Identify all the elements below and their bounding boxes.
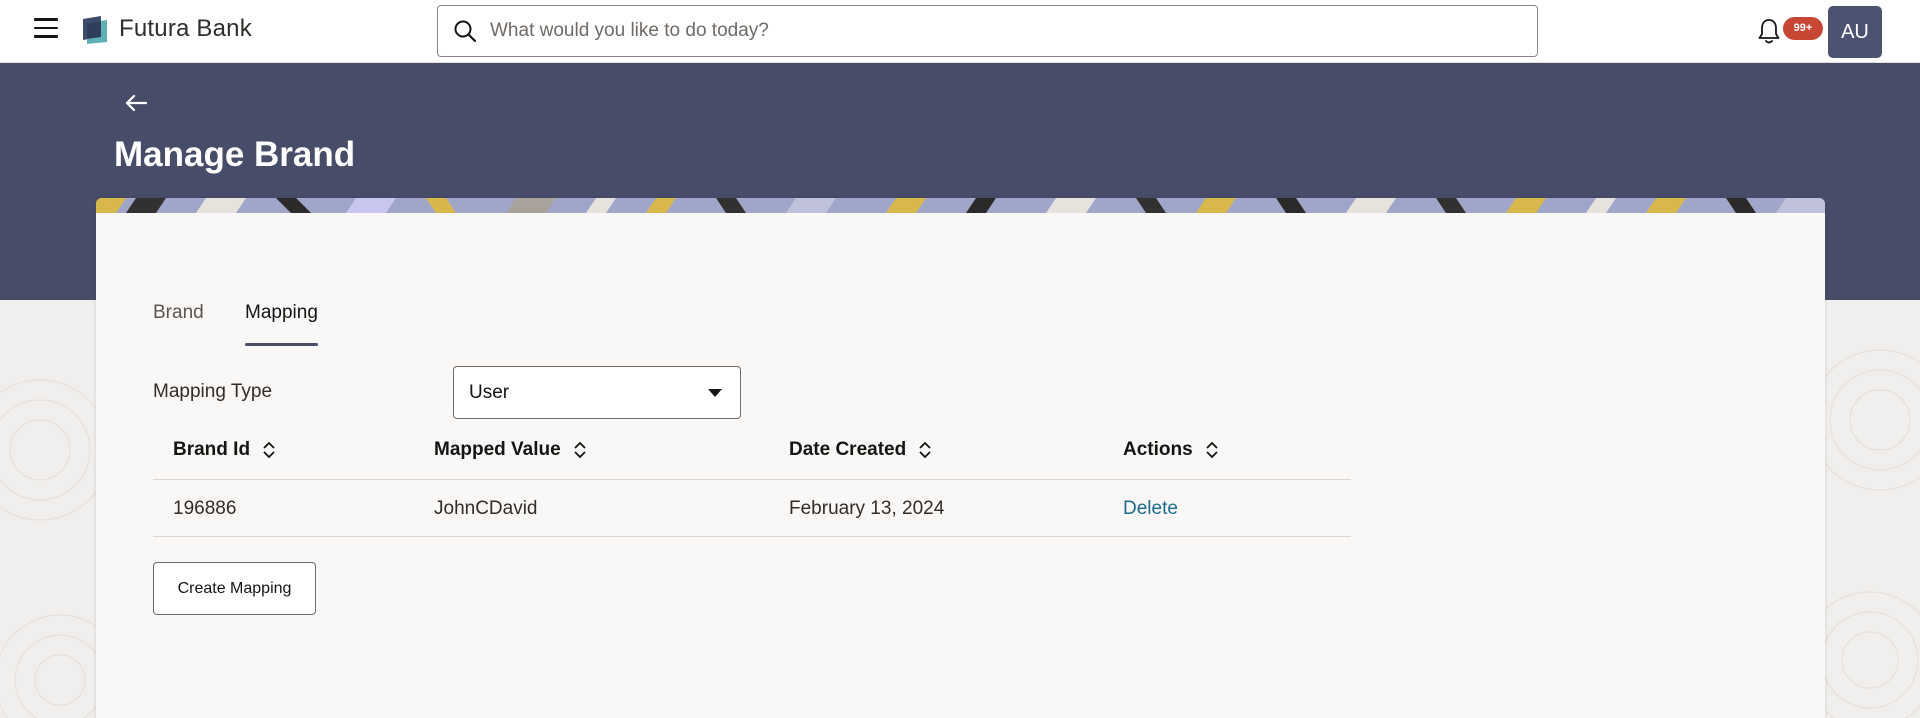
tab-brand[interactable]: Brand (153, 302, 204, 346)
column-label: Brand Id (173, 439, 251, 460)
create-mapping-button[interactable]: Create Mapping (153, 562, 316, 615)
mapping-table: Brand Id Mapped Value Date Created Actio… (153, 430, 1351, 537)
search-input[interactable] (490, 7, 1520, 55)
sort-icon (919, 441, 931, 459)
brand-name[interactable]: Futura Bank (119, 15, 252, 43)
top-bar: Futura Bank 99+ AU (0, 0, 1920, 63)
page-title: Manage Brand (114, 135, 356, 174)
sort-icon (263, 441, 275, 459)
column-header-brand-id[interactable]: Brand Id (173, 439, 276, 461)
mapping-type-value: User (469, 382, 510, 403)
arrow-left-icon[interactable] (124, 92, 148, 114)
cell-brand-id: 196886 (173, 498, 237, 519)
hamburger-icon[interactable] (34, 18, 60, 42)
column-label: Actions (1123, 439, 1193, 460)
column-header-date-created[interactable]: Date Created (789, 439, 932, 461)
cell-date-created: February 13, 2024 (789, 498, 945, 519)
delete-link[interactable]: Delete (1123, 498, 1178, 520)
table-header: Brand Id Mapped Value Date Created Actio… (153, 430, 1351, 480)
bell-icon[interactable] (1757, 17, 1781, 45)
mapping-type-label: Mapping Type (153, 381, 273, 402)
sort-icon (574, 441, 586, 459)
bank-logo-icon (83, 16, 107, 44)
tab-mapping[interactable]: Mapping (245, 302, 318, 346)
decorative-banner-strip (96, 198, 1825, 213)
caret-down-icon (708, 389, 722, 397)
search-icon (454, 20, 477, 43)
sort-icon (1206, 441, 1218, 459)
column-label: Mapped Value (434, 439, 561, 460)
column-label: Date Created (789, 439, 907, 460)
column-header-mapped-value[interactable]: Mapped Value (434, 439, 587, 461)
content-card: Brand Mapping Mapping Type User Brand Id… (96, 198, 1825, 718)
mapping-type-select[interactable]: User (453, 366, 741, 419)
column-header-actions[interactable]: Actions (1123, 439, 1219, 461)
table-row: 196886 JohnCDavid February 13, 2024 Dele… (153, 480, 1351, 537)
cell-mapped-value: JohnCDavid (434, 498, 538, 519)
notification-badge: 99+ (1783, 17, 1823, 40)
search-bar[interactable] (437, 5, 1538, 57)
avatar[interactable]: AU (1828, 6, 1882, 58)
